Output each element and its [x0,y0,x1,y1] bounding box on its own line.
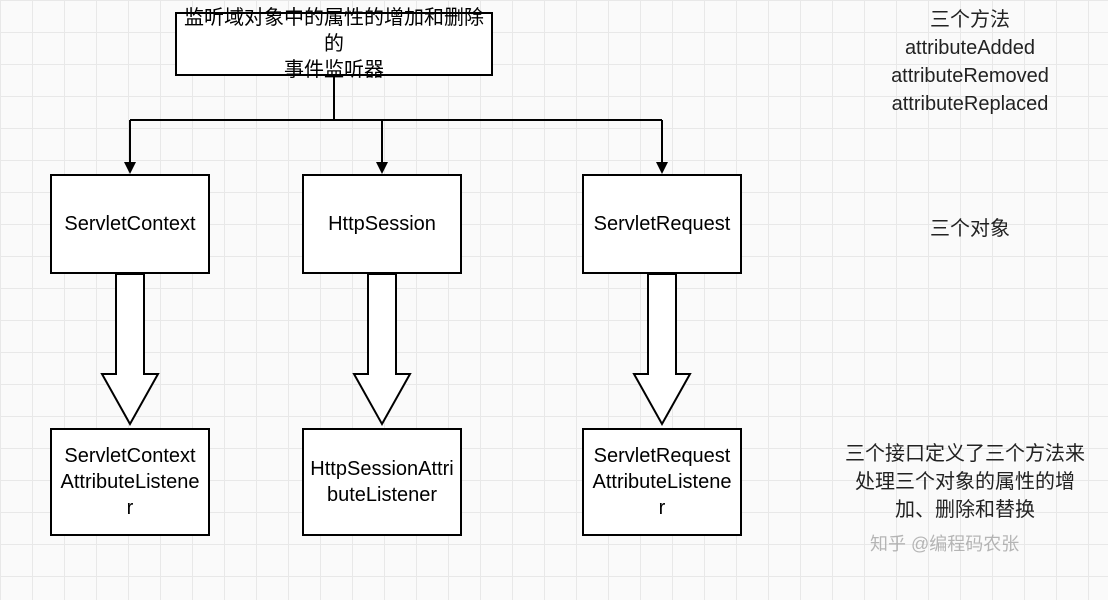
sral-label: ServletRequestAttributeListener [590,443,734,521]
note-interfaces: 三个接口定义了三个方法来 处理三个对象的属性的增 加、删除和替换 [830,440,1100,524]
note-interfaces-l2: 处理三个对象的属性的增 [830,468,1100,496]
box-servletcontext-attrlistener: ServletContextAttributeListener [50,428,210,536]
note-objects-text: 三个对象 [930,218,1010,240]
note-methods-l3: attributeRemoved [855,62,1085,90]
box-servletrequest: ServletRequest [582,174,742,274]
note-interfaces-l1: 三个接口定义了三个方法来 [830,440,1100,468]
note-methods-l4: attributeReplaced [855,90,1085,118]
note-interfaces-l3: 加、删除和替换 [830,496,1100,524]
note-methods: 三个方法 attributeAdded attributeRemoved att… [855,6,1085,118]
note-objects: 三个对象 [855,215,1085,243]
watermark-text: 知乎 @编程码农张 [870,534,1019,554]
root-line1: 监听域对象中的属性的增加和删除的 [183,5,485,57]
box-httpsession: HttpSession [302,174,462,274]
servletcontext-label: ServletContext [64,211,195,237]
box-servletrequest-attrlistener: ServletRequestAttributeListener [582,428,742,536]
httpsession-label: HttpSession [328,211,436,237]
root-line2: 事件监听器 [183,57,485,83]
box-httpsession-attrlistener: HttpSessionAttributeListener [302,428,462,536]
diagram-root-box: 监听域对象中的属性的增加和删除的 事件监听器 [175,12,493,76]
servletrequest-label: ServletRequest [594,211,731,237]
scal-label: ServletContextAttributeListener [58,443,202,521]
watermark: 知乎 @编程码农张 [870,530,1019,556]
note-methods-l2: attributeAdded [855,34,1085,62]
hsal-label: HttpSessionAttributeListener [310,456,454,508]
note-methods-l1: 三个方法 [855,6,1085,34]
box-servletcontext: ServletContext [50,174,210,274]
